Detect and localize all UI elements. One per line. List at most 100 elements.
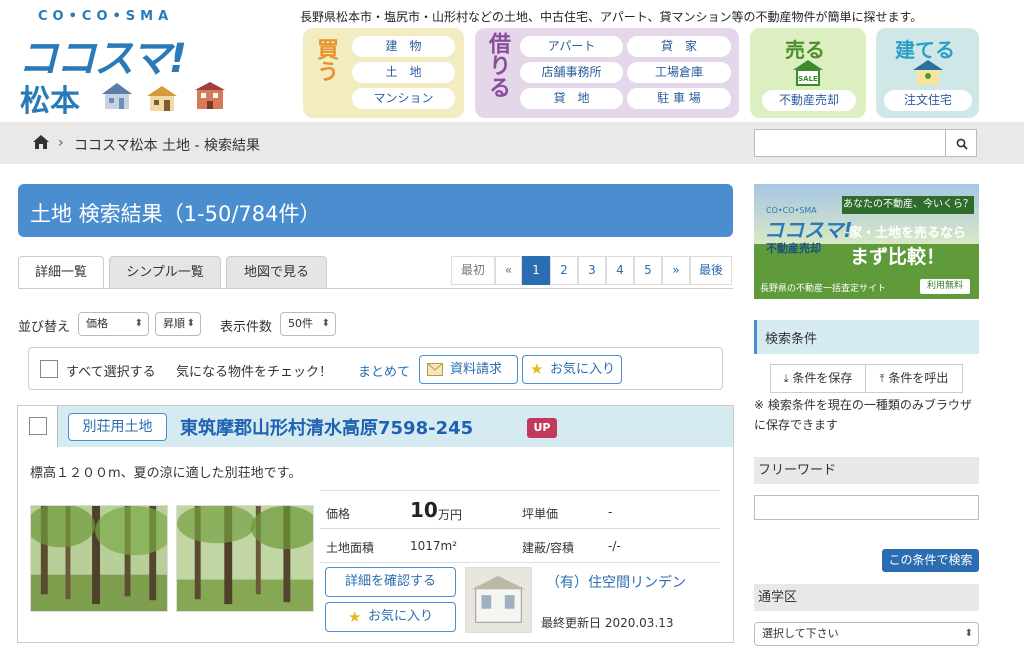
area-label: 土地面積 — [326, 541, 375, 555]
buy-building-link[interactable]: 建 物 — [352, 36, 455, 57]
buy-mansion-link[interactable]: マンション — [352, 88, 455, 109]
banner-tag: あなたの不動産、今いくら？ — [842, 196, 974, 214]
listing-checkbox[interactable] — [29, 417, 47, 435]
company-link[interactable]: （有）住空間リンデン — [546, 572, 686, 592]
tsubo-label: 坪単価 — [522, 507, 559, 521]
bulk-label: まとめて — [358, 365, 411, 380]
download-icon: ⤓ — [783, 372, 789, 385]
pagination-first[interactable]: 最初 — [451, 256, 495, 285]
search-with-conditions-button[interactable]: この条件で検索 — [882, 549, 979, 572]
pagination-page-5[interactable]: 5 — [634, 256, 662, 285]
rent-title: 借りる — [485, 32, 510, 98]
price-label: 価格 — [326, 507, 351, 521]
tsubo-value: - — [608, 505, 613, 519]
pagination-prev[interactable]: « — [495, 256, 522, 285]
load-conditions-button[interactable]: ⤒ 条件を呼出 — [865, 364, 963, 393]
listing-favorite-label: お気に入り — [368, 609, 434, 624]
save-conditions-button[interactable]: ⤓ 条件を保存 — [770, 364, 866, 393]
spec-divider — [320, 490, 720, 491]
ratio-value: -/- — [608, 539, 621, 553]
area-value: 1017m² — [410, 539, 458, 553]
save-conditions-label: 条件を保存 — [792, 371, 853, 385]
spec-divider — [320, 528, 720, 529]
banner-line2: まず比較！ — [850, 246, 946, 268]
rent-land-link[interactable]: 貸 地 — [520, 88, 623, 109]
sale-house-icon: SALE — [793, 60, 823, 86]
upload-icon: ⤒ — [879, 372, 885, 385]
price-unit: 万円 — [438, 508, 463, 522]
pagination-page-3[interactable]: 3 — [578, 256, 606, 285]
rent-apartment-link[interactable]: アパート — [520, 36, 623, 57]
rent-shop-link[interactable]: 店舗事務所 — [520, 62, 623, 83]
listing-favorite-button[interactable]: ★ お気に入り — [325, 602, 456, 632]
request-docs-button[interactable]: 資料請求 — [419, 355, 518, 384]
count-label: 表示件数 — [220, 320, 273, 335]
company-photo[interactable] — [465, 567, 532, 633]
search-icon — [956, 138, 968, 150]
page-title: 土地 検索結果（1-50/784件） — [30, 202, 321, 226]
home-icon[interactable] — [32, 134, 50, 150]
price-value: 10 — [410, 498, 438, 522]
banner-line1: 家・土地を売るなら — [849, 226, 967, 241]
pagination-last[interactable]: 最後 — [690, 256, 732, 285]
svg-text:SALE: SALE — [798, 75, 818, 83]
order-select[interactable]: 昇順 — [155, 312, 201, 336]
logo-city: 松本 — [20, 84, 80, 119]
pagination-next[interactable]: » — [662, 256, 690, 285]
star-icon: ★ — [530, 360, 544, 378]
house-icon — [147, 86, 177, 111]
search-input[interactable] — [754, 129, 946, 157]
favorite-bulk-label: お気に入り — [550, 362, 616, 377]
star-icon: ★ — [348, 608, 362, 626]
rent-factory-link[interactable]: 工場倉庫 — [627, 62, 731, 83]
banner-free-badge: 利用無料 — [920, 279, 970, 294]
banner-foot: 長野県の不動産一括査定サイト — [760, 284, 887, 294]
category-tag: 別荘用土地 — [68, 413, 167, 441]
breadcrumb-current: ココスマ松本 土地 - 検索結果 — [74, 138, 260, 154]
custom-home-button[interactable]: 注文住宅 — [884, 90, 972, 111]
select-all-label[interactable]: すべて選択する — [66, 361, 156, 380]
pagination-page-1[interactable]: 1 — [522, 256, 550, 285]
ratio-label: 建蔽/容積 — [522, 541, 575, 555]
envelope-icon — [427, 363, 443, 376]
tab-simple-list[interactable]: シンプル一覧 — [109, 256, 221, 288]
property-photo[interactable] — [176, 505, 314, 612]
spec-divider — [320, 562, 720, 563]
favorite-bulk-button[interactable]: ★ お気に入り — [522, 355, 622, 384]
search-conditions-header: 検索条件 — [754, 320, 979, 354]
load-conditions-label: 条件を呼出 — [888, 371, 949, 385]
sell-ad-banner[interactable]: あなたの不動産、今いくら？ CO•CO•SMA ココスマ! 不動産売却 家・土地… — [754, 184, 979, 299]
pagination-page-4[interactable]: 4 — [606, 256, 634, 285]
request-docs-label: 資料請求 — [450, 362, 503, 377]
sort-select[interactable]: 価格 — [78, 312, 149, 336]
select-all-checkbox[interactable] — [40, 360, 58, 378]
tab-detail-list[interactable]: 詳細一覧 — [18, 256, 104, 288]
property-photo[interactable] — [30, 505, 168, 612]
freeword-input[interactable] — [754, 495, 979, 520]
sort-label: 並び替え — [18, 320, 71, 335]
property-description: 標高１２００m、夏の涼に適した別荘地です。 — [30, 466, 302, 481]
school-district-select[interactable]: 選択して下さい — [754, 622, 979, 646]
tab-map-view[interactable]: 地図で見る — [226, 256, 327, 288]
breadcrumb-separator: › — [58, 135, 64, 151]
search-conditions-title: 検索条件 — [765, 332, 818, 347]
pagination-page-2[interactable]: 2 — [550, 256, 578, 285]
build-house-icon — [913, 60, 943, 85]
rent-parking-link[interactable]: 駐 車 場 — [627, 88, 731, 109]
check-prompt: 気になる物件をチェック！ — [176, 365, 333, 380]
sell-button[interactable]: 不動産売却 — [762, 90, 856, 111]
site-tagline: 長野県松本市・塩尻市・山形村などの土地、中古住宅、アパート、貸マンション等の不動… — [300, 10, 923, 24]
house-icon — [102, 83, 132, 109]
rent-house-link[interactable]: 貸 家 — [627, 36, 731, 57]
detail-button[interactable]: 詳細を確認する — [325, 567, 456, 597]
count-select[interactable]: 50件 — [280, 312, 336, 336]
logo-tagline: CO•CO•SMA — [38, 9, 174, 24]
school-district-header: 通学区 — [754, 584, 979, 611]
tab-divider — [18, 288, 733, 289]
conditions-note: ※ 検索条件を現在の一種類のみブラウザに保存できます — [754, 398, 972, 432]
last-updated: 最終更新日 2020.03.13 — [541, 616, 674, 630]
buy-land-link[interactable]: 土 地 — [352, 62, 455, 83]
banner-logo: ココスマ! — [764, 218, 853, 242]
search-button[interactable] — [945, 129, 977, 157]
property-title-link[interactable]: 東筑摩郡山形村清水高原7598-245 — [180, 414, 473, 440]
